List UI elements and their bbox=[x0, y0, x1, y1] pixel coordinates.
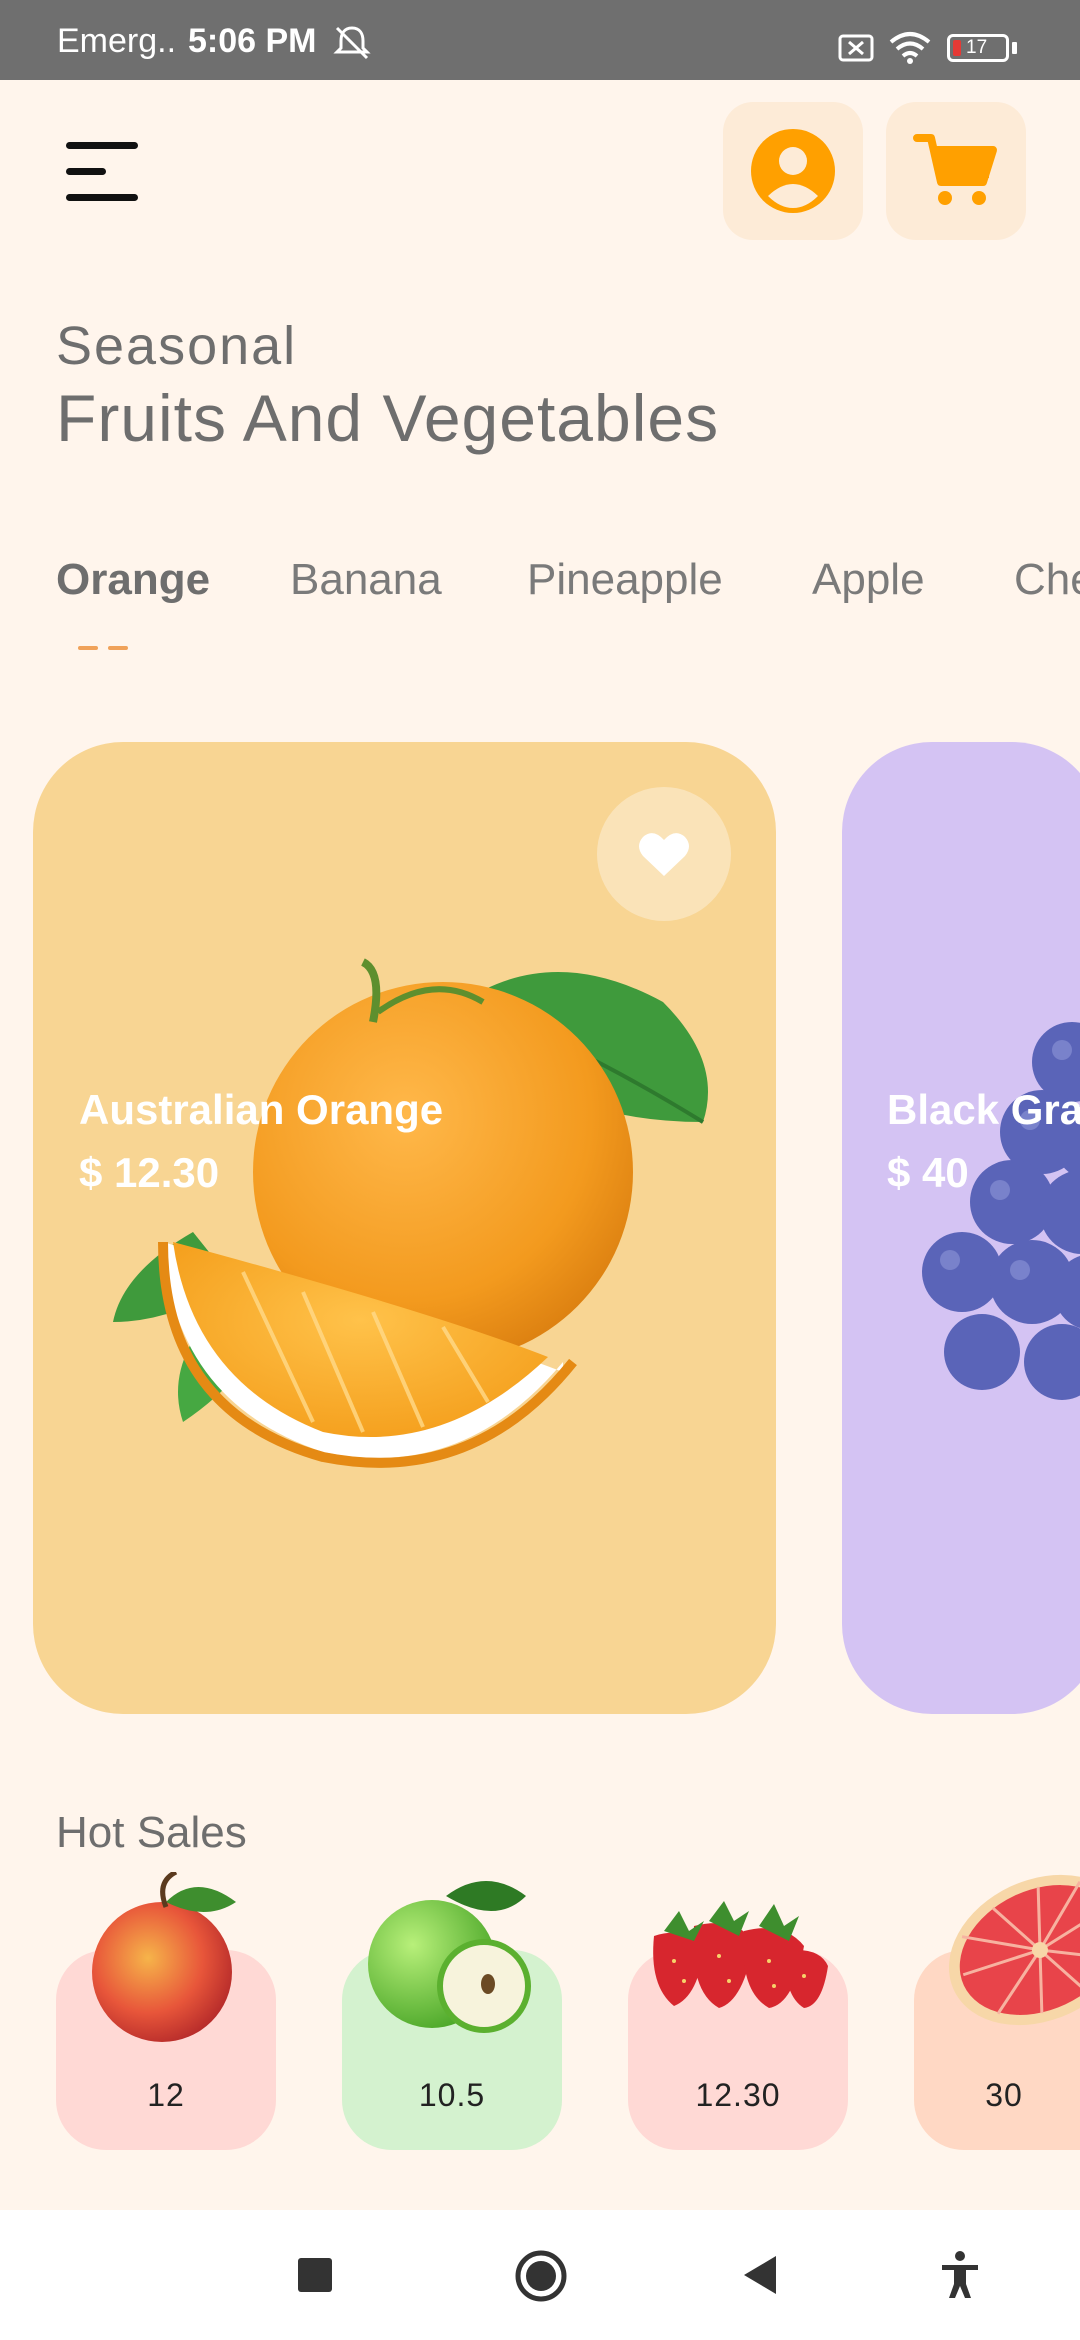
strawberries-image bbox=[653, 1901, 828, 2008]
tab-orange[interactable]: Orange bbox=[56, 555, 210, 605]
hot-sales-title: Hot Sales bbox=[56, 1808, 247, 1857]
page-title: Fruits And Vegetables bbox=[56, 381, 720, 455]
battery-tip bbox=[1012, 42, 1017, 54]
product-name: Black Gra bbox=[887, 1086, 1080, 1133]
product-price: $ 12.30 bbox=[79, 1149, 220, 1196]
heart-icon bbox=[639, 833, 689, 876]
wifi-icon bbox=[889, 32, 931, 64]
system-nav-bar bbox=[0, 2210, 1080, 2340]
favorite-button[interactable] bbox=[597, 787, 731, 921]
hot-sale-price: 12 bbox=[147, 2077, 185, 2113]
clock-time: 5:06 PM bbox=[188, 22, 317, 60]
triangle-back-icon[interactable] bbox=[742, 2254, 778, 2296]
peach-image bbox=[92, 1872, 236, 2042]
product-card-grapes[interactable]: Black Gra $ 40 bbox=[842, 742, 1080, 1714]
grapes-image bbox=[922, 1022, 1080, 1400]
active-tab-indicator bbox=[78, 646, 128, 650]
tab-pineapple[interactable]: Pineapple bbox=[527, 555, 723, 605]
circle-home-icon[interactable] bbox=[515, 2250, 567, 2302]
sim-off-icon bbox=[838, 34, 874, 62]
battery-icon: 17 bbox=[947, 34, 1009, 62]
tab-banana[interactable]: Banana bbox=[290, 555, 442, 605]
status-bar: Emerg.. 5:06 PM 17 bbox=[0, 0, 1080, 80]
user-profile-icon bbox=[751, 129, 835, 213]
carrier-text: Emerg.. bbox=[57, 22, 177, 60]
hamburger-menu-icon[interactable] bbox=[62, 138, 142, 208]
shopping-cart-icon bbox=[913, 134, 997, 205]
tab-apple[interactable]: Apple bbox=[812, 555, 925, 605]
profile-button[interactable] bbox=[723, 102, 863, 240]
accessibility-icon[interactable] bbox=[940, 2250, 980, 2300]
hot-sale-price: 12.30 bbox=[695, 2077, 781, 2113]
muted-alarm-icon bbox=[333, 26, 371, 60]
hot-sale-price: 30 bbox=[985, 2077, 1023, 2113]
battery-level: 17 bbox=[966, 37, 988, 58]
product-price: $ 40 bbox=[887, 1149, 969, 1196]
orange-fruit-image bbox=[113, 958, 708, 1468]
square-recents-icon[interactable] bbox=[298, 2258, 332, 2292]
hot-sale-price: 10.5 bbox=[418, 2077, 486, 2113]
category-tabs: Orange Banana Pineapple Apple Che bbox=[56, 555, 1080, 615]
tab-cherry[interactable]: Che bbox=[1014, 555, 1080, 605]
grapefruit-image bbox=[948, 1874, 1080, 2026]
cart-button[interactable] bbox=[886, 102, 1026, 240]
product-name: Australian Orange bbox=[79, 1086, 444, 1133]
page-subtitle: Seasonal bbox=[56, 316, 298, 376]
green-apple-image bbox=[368, 1881, 531, 2033]
